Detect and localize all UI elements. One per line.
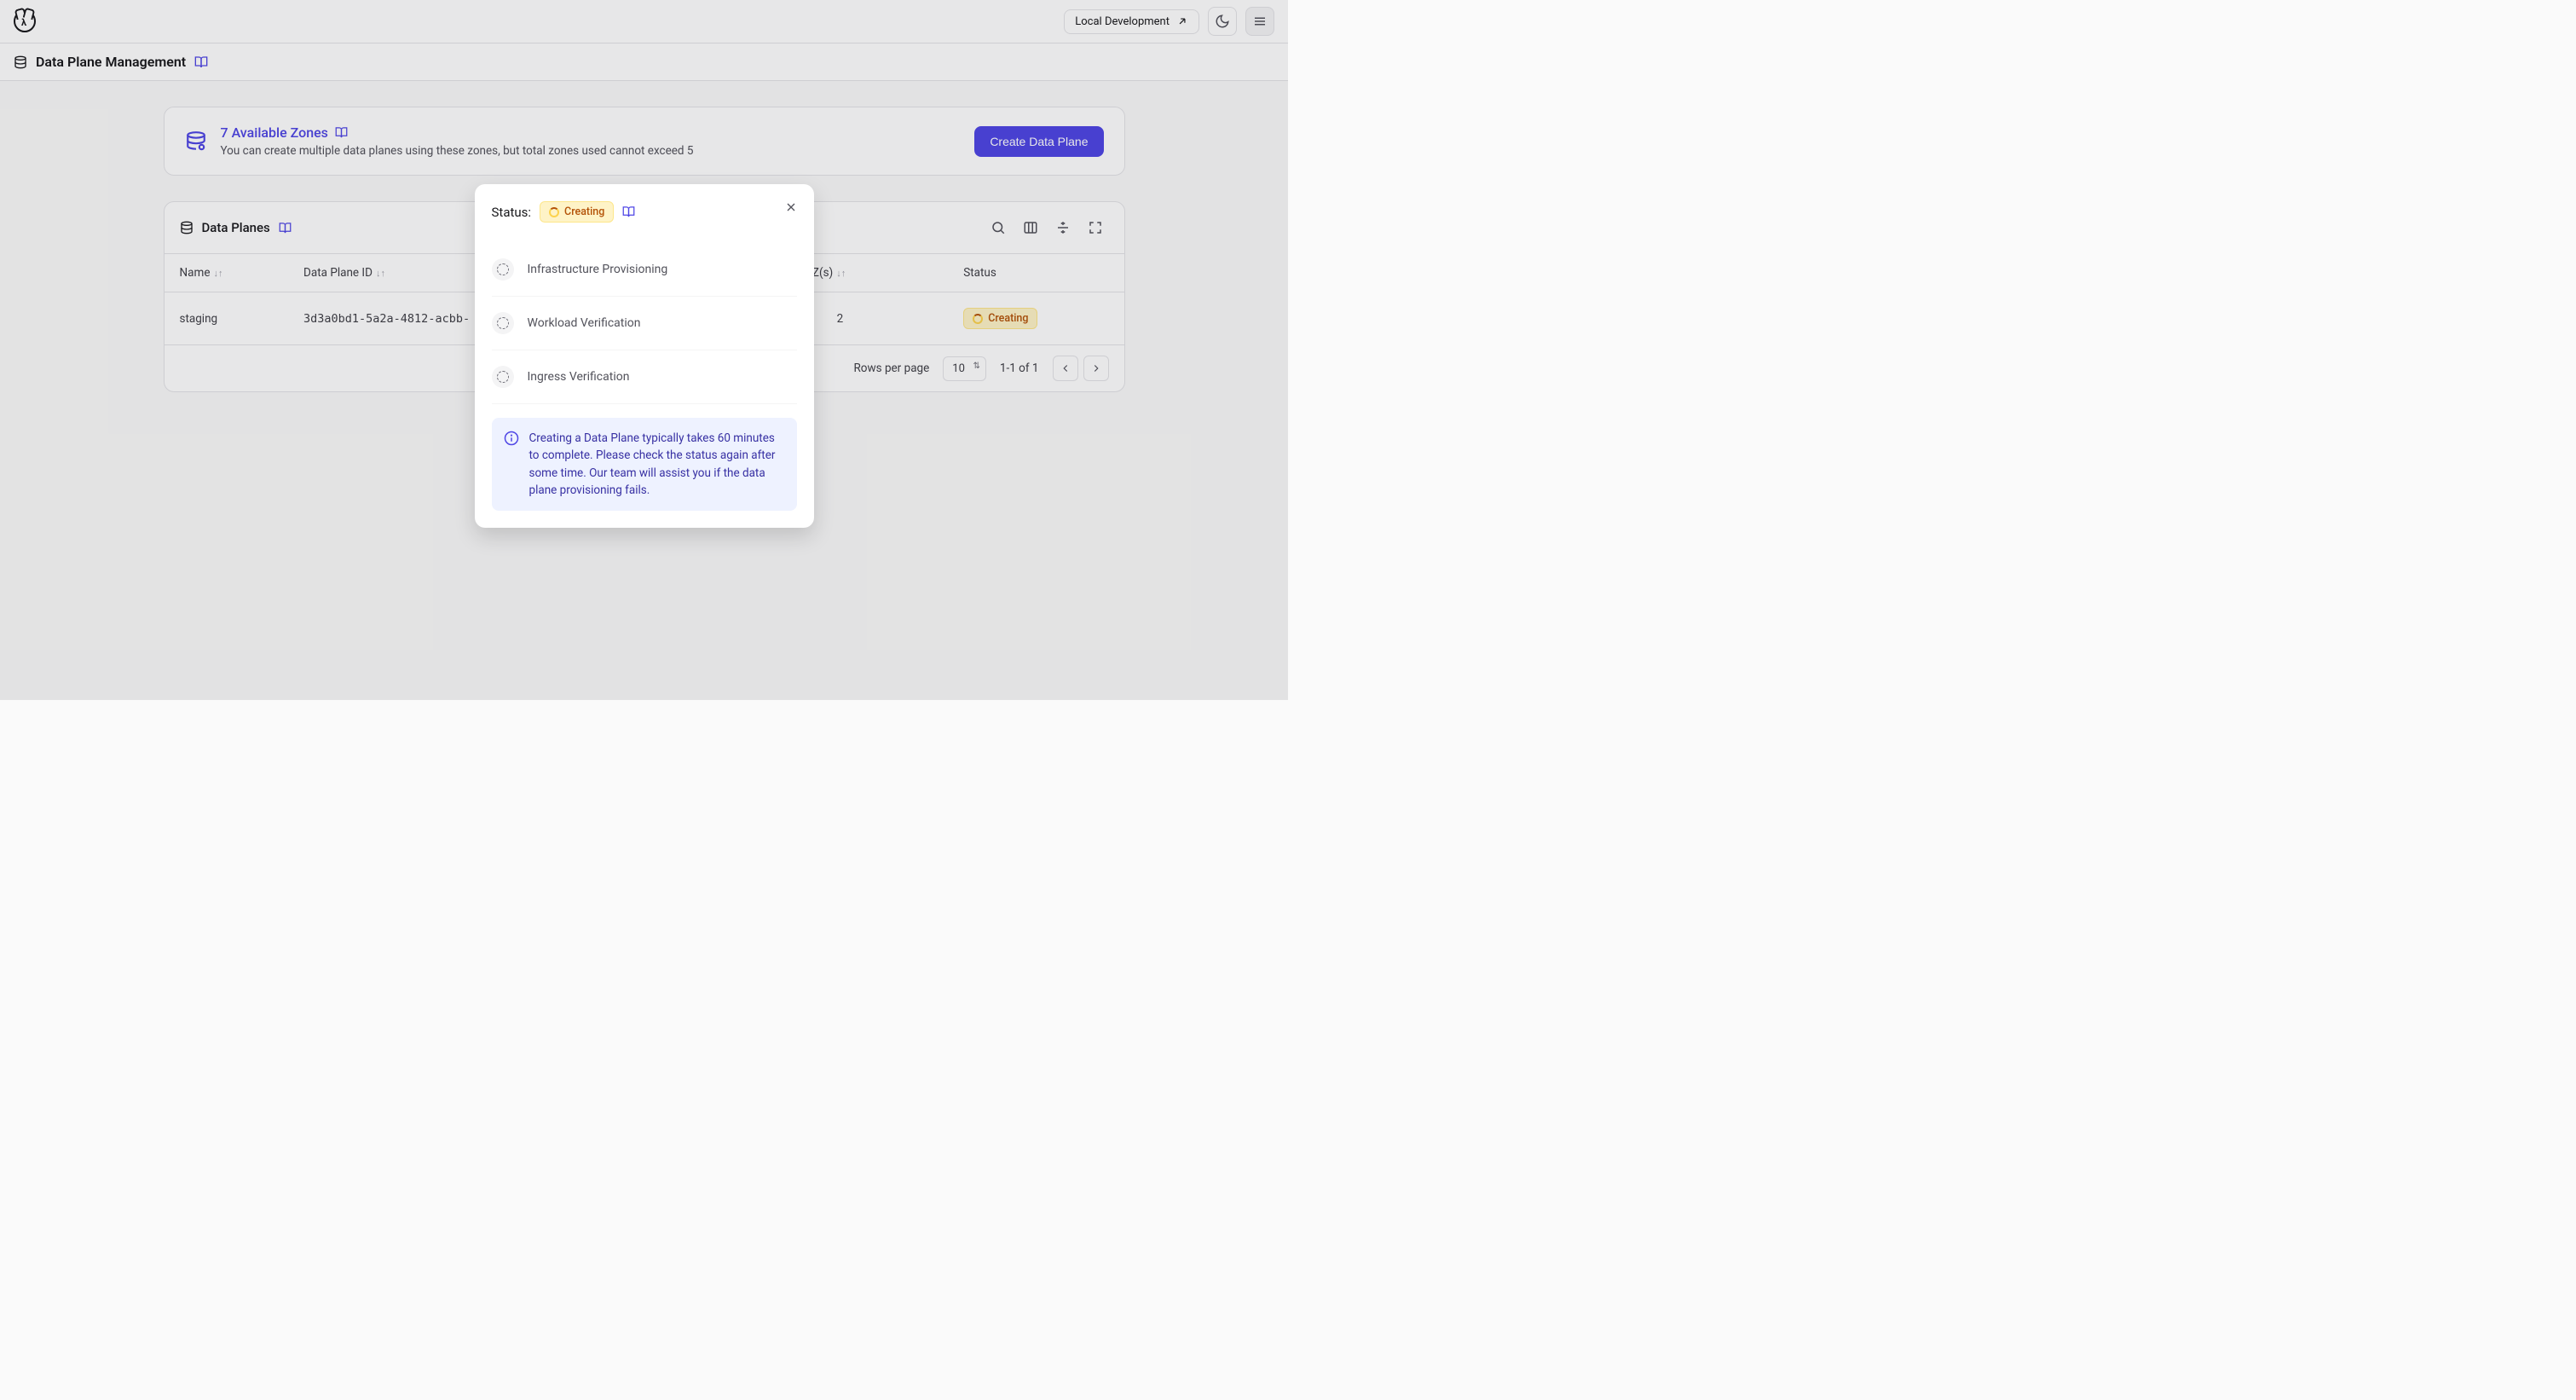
close-icon — [784, 200, 798, 214]
step-label: Ingress Verification — [528, 370, 630, 384]
pending-icon — [497, 371, 509, 383]
pending-icon — [497, 317, 509, 329]
step-label: Infrastructure Provisioning — [528, 263, 668, 276]
spinner-icon — [549, 207, 559, 217]
pending-icon — [497, 263, 509, 275]
status-modal: Status: Creating Infrastructure Provisio… — [475, 184, 814, 528]
info-text: Creating a Data Plane typically takes 60… — [529, 430, 785, 499]
step-label: Workload Verification — [528, 316, 641, 330]
modal-overlay: Status: Creating Infrastructure Provisio… — [0, 0, 1288, 700]
step-ingress: Ingress Verification — [492, 350, 797, 404]
status-badge: Creating — [540, 201, 614, 223]
status-label: Status: — [492, 205, 532, 220]
docs-icon[interactable] — [622, 205, 635, 218]
close-button[interactable] — [780, 196, 802, 218]
step-infrastructure: Infrastructure Provisioning — [492, 243, 797, 297]
info-box: Creating a Data Plane typically takes 60… — [492, 418, 797, 511]
step-workload: Workload Verification — [492, 297, 797, 350]
info-icon — [504, 431, 519, 446]
